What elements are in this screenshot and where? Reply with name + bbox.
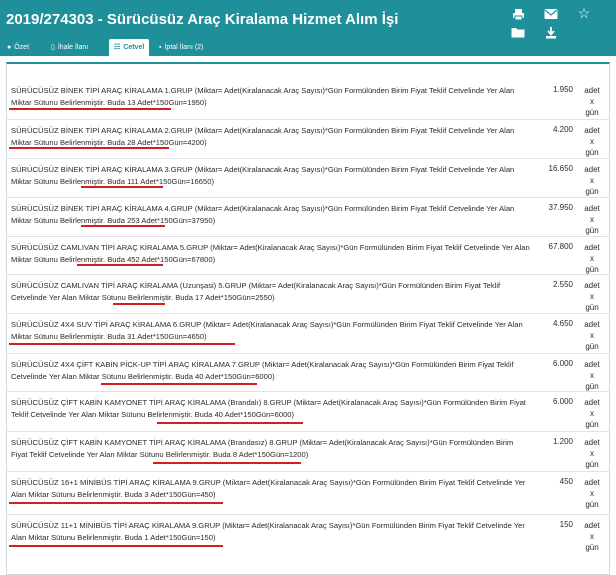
item-unit: adet x gün xyxy=(584,126,600,157)
item-description: SÜRÜCÜSÜZ ÇİFT KABİN KAMYONET TİPİ ARAÇ … xyxy=(11,438,514,459)
item-quantity: 37.950 xyxy=(548,203,573,212)
highlight-underline xyxy=(77,264,163,266)
item-unit: adet x gün xyxy=(584,398,600,429)
item-quantity: 67.800 xyxy=(548,242,573,251)
tab-cetvel[interactable]: ☷ Cetvel xyxy=(109,39,150,56)
page-header: 2019/274303 - Sürücüsüz Araç Kiralama Hi… xyxy=(0,0,616,56)
item-description: SÜRÜCÜSÜZ BİNEK TİPİ ARAÇ KİRALAMA 4.GRU… xyxy=(11,204,515,225)
item-unit: adet x gün xyxy=(584,360,600,391)
table-row: SÜRÜCÜSÜZ BİNEK TİPİ ARAÇ KİRALAMA 1.GRU… xyxy=(7,80,609,120)
star-icon[interactable]: ☆ xyxy=(576,6,592,20)
item-unit: adet x gün xyxy=(584,478,600,509)
item-quantity: 1.950 xyxy=(552,85,573,94)
cancel-icon: ▪ xyxy=(159,44,162,51)
table-row: SÜRÜCÜSÜZ ÇİFT KABİN KAMYONET TİPİ ARAÇ … xyxy=(7,432,609,472)
item-unit: adet x gün xyxy=(584,204,600,235)
highlight-underline xyxy=(9,502,223,504)
highlight-underline xyxy=(9,108,171,110)
item-quantity: 2.550 xyxy=(552,280,573,289)
download-icon[interactable] xyxy=(543,27,559,42)
info-icon: ● xyxy=(7,44,12,51)
tab-ozet[interactable]: ● Özet xyxy=(2,39,34,56)
table-row: SÜRÜCÜSÜZ 4X4 SUV TİPİ ARAÇ KİRALAMA 6.G… xyxy=(7,314,609,354)
page-title: 2019/274303 - Sürücüsüz Araç Kiralama Hi… xyxy=(6,11,399,28)
item-description: SÜRÜCÜSÜZ 4X4 ÇİFT KABİN PİCK-UP TİPİ AR… xyxy=(11,360,514,381)
item-description: SÜRÜCÜSÜZ ÇİFT KABİN KAMYONET TİPİ ARAÇ … xyxy=(11,398,526,419)
highlight-underline xyxy=(9,343,235,345)
item-unit: adet x gün xyxy=(584,320,600,351)
highlight-underline xyxy=(9,545,223,547)
item-description: SÜRÜCÜSÜZ BİNEK TİPİ ARAÇ KİRALAMA 1.GRU… xyxy=(11,86,515,107)
highlight-underline xyxy=(101,383,257,385)
table-row: SÜRÜCÜSÜZ ÇİFT KABİN KAMYONET TİPİ ARAÇ … xyxy=(7,392,609,432)
table-row: SÜRÜCÜSÜZ BİNEK TİPİ ARAÇ KİRALAMA 2.GRU… xyxy=(7,120,609,159)
item-quantity: 16.650 xyxy=(548,164,573,173)
item-unit: adet x gün xyxy=(584,243,600,274)
cetvel-table: SÜRÜCÜSÜZ BİNEK TİPİ ARAÇ KİRALAMA 1.GRU… xyxy=(6,62,610,575)
item-description: SÜRÜCÜSÜZ 4X4 SUV TİPİ ARAÇ KİRALAMA 6.G… xyxy=(11,320,523,341)
table-row: SÜRÜCÜSÜZ BİNEK TİPİ ARAÇ KİRALAMA 4.GRU… xyxy=(7,198,609,237)
highlight-underline xyxy=(81,225,165,227)
item-quantity: 4.650 xyxy=(552,319,573,328)
item-description: SÜRÜCÜSÜZ BİNEK TİPİ ARAÇ KİRALAMA 2.GRU… xyxy=(11,126,515,147)
highlight-underline xyxy=(157,422,303,424)
item-unit: adet x gün xyxy=(584,86,600,117)
item-description: SÜRÜCÜSÜZ CAMLIVAN TİPİ ARAÇ KİRALAMA 5.… xyxy=(11,243,530,264)
table-row: SÜRÜCÜSÜZ BİNEK TİPİ ARAÇ KİRALAMA 3.GRU… xyxy=(7,159,609,198)
highlight-underline xyxy=(113,303,165,305)
print-icon[interactable] xyxy=(510,8,526,24)
item-quantity: 6.000 xyxy=(552,359,573,368)
table-icon: ☷ xyxy=(114,44,121,51)
item-description: SÜRÜCÜSÜZ 11+1 MİNİBÜS TİPİ ARAÇ KİRALAM… xyxy=(11,521,525,542)
item-description: SÜRÜCÜSÜZ CAMLIVAN TİPİ ARAÇ KİRALAMA (U… xyxy=(11,281,501,302)
item-unit: adet x gün xyxy=(584,438,600,469)
table-row: SÜRÜCÜSÜZ 4X4 ÇİFT KABİN PİCK-UP TİPİ AR… xyxy=(7,354,609,392)
tab-iptal-ilani[interactable]: ▪ İptal İlanı (2) xyxy=(154,39,208,56)
highlight-underline xyxy=(9,147,169,149)
item-quantity: 4.200 xyxy=(552,125,573,134)
item-unit: adet x gün xyxy=(584,281,600,312)
mail-icon[interactable] xyxy=(543,8,559,23)
item-quantity: 150 xyxy=(559,520,573,529)
item-unit: adet x gün xyxy=(584,165,600,196)
table-row: SÜRÜCÜSÜZ 11+1 MİNİBÜS TİPİ ARAÇ KİRALAM… xyxy=(7,515,609,559)
item-description: SÜRÜCÜSÜZ BİNEK TİPİ ARAÇ KİRALAMA 3.GRU… xyxy=(11,165,515,186)
item-description: SÜRÜCÜSÜZ 16+1 MİNİBÜS TİPİ ARAÇ KİRALAM… xyxy=(11,478,526,499)
highlight-underline xyxy=(81,186,163,188)
item-quantity: 6.000 xyxy=(552,397,573,406)
document-icon: ▯ xyxy=(51,44,55,51)
item-quantity: 1.200 xyxy=(552,437,573,446)
table-row: SÜRÜCÜSÜZ 16+1 MİNİBÜS TİPİ ARAÇ KİRALAM… xyxy=(7,472,609,515)
tab-ihale-ilani[interactable]: ▯ İhale İlanı xyxy=(46,39,93,56)
item-quantity: 450 xyxy=(559,477,573,486)
item-unit: adet x gün xyxy=(584,521,600,552)
table-row: SÜRÜCÜSÜZ CAMLIVAN TİPİ ARAÇ KİRALAMA (U… xyxy=(7,275,609,314)
table-row: SÜRÜCÜSÜZ CAMLIVAN TİPİ ARAÇ KİRALAMA 5.… xyxy=(7,237,609,275)
folder-icon[interactable] xyxy=(510,27,526,41)
highlight-underline xyxy=(153,462,301,464)
